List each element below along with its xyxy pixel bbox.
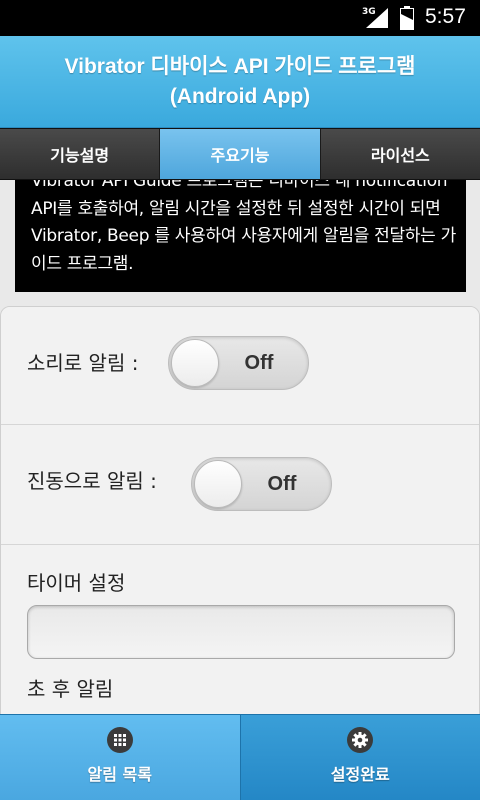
toggle-knob[interactable] xyxy=(194,460,242,508)
sound-alert-toggle[interactable]: Off xyxy=(168,336,309,390)
alarm-list-label: 알림 목록 xyxy=(87,765,152,784)
settings-panel: 소리로 알림 : Off 진동으로 알림 : Off 타이머 설정 초 후 알림 xyxy=(0,306,480,726)
tab-bar: 기능설명 주요기능 라이선스 xyxy=(0,128,480,180)
title-line-1: Vibrator 디바이스 API 가이드 프로그램 xyxy=(64,54,416,78)
settings-done-button[interactable]: 설정완료 xyxy=(240,714,480,800)
description-text: Vibrator API Guide 프로그램은 디바이스 내 notifica… xyxy=(31,180,456,274)
vibrate-alert-label: 진동으로 알림 : xyxy=(27,469,157,493)
battery-icon xyxy=(400,6,414,30)
grid-icon xyxy=(106,727,133,753)
tab-license[interactable]: 라이선스 xyxy=(319,129,480,179)
tab-main-features[interactable]: 주요기능 xyxy=(159,129,320,179)
status-bar: 3G 5:57 xyxy=(0,0,480,36)
gear-icon xyxy=(347,727,374,753)
sound-alert-state: Off xyxy=(244,352,274,374)
vibrate-alert-toggle[interactable]: Off xyxy=(191,457,332,511)
sound-alert-label: 소리로 알림 : xyxy=(27,351,139,375)
timer-input[interactable] xyxy=(27,605,455,659)
alarm-list-button[interactable]: 알림 목록 xyxy=(0,714,241,800)
settings-done-label: 설정완료 xyxy=(330,765,390,784)
page-title: Vibrator 디바이스 API 가이드 프로그램 (Android App) xyxy=(65,52,416,112)
bottom-nav: 알림 목록 설정완료 xyxy=(0,714,480,800)
description-box: Vibrator API Guide 프로그램은 디바이스 내 notifica… xyxy=(15,180,466,292)
app-header: Vibrator 디바이스 API 가이드 프로그램 (Android App) xyxy=(0,36,480,128)
clock: 5:57 xyxy=(425,5,466,28)
signal-icon xyxy=(366,8,388,28)
title-line-2: (Android App) xyxy=(169,84,311,108)
tab-feature-description[interactable]: 기능설명 xyxy=(0,129,160,179)
toggle-knob[interactable] xyxy=(171,339,219,387)
timer-suffix-label: 초 후 알림 xyxy=(27,677,114,701)
vibrate-alert-state: Off xyxy=(267,473,297,495)
sound-alert-row: 소리로 알림 : Off xyxy=(1,307,479,425)
timer-label: 타이머 설정 xyxy=(27,571,126,595)
